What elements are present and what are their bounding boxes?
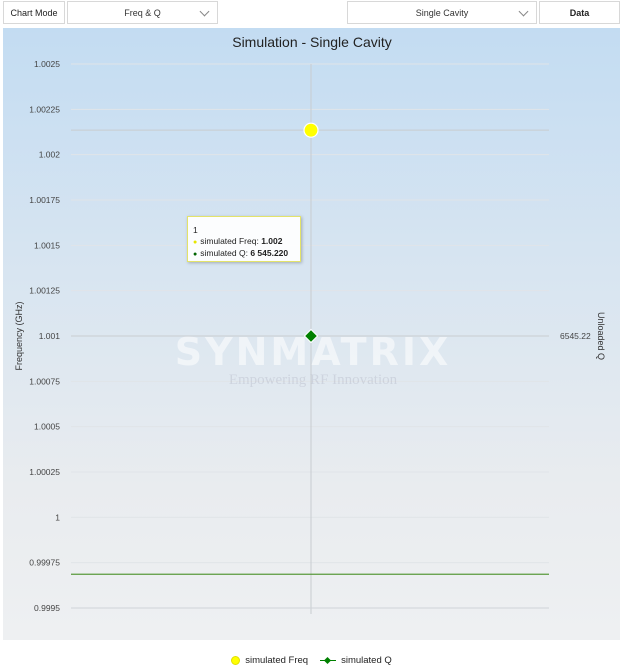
cavity-value: Single Cavity	[415, 7, 469, 18]
tooltip-q-row: ● simulated Q: 6 545.220	[193, 248, 300, 260]
chart-area: Simulation - Single Cavity 1.0025 1.00225…	[3, 28, 620, 666]
y-tick-label: 0.9995	[34, 603, 60, 613]
legend-item-q[interactable]: simulated Q	[320, 655, 392, 666]
y-tick-label: 0.99975	[29, 558, 60, 568]
y-tick-label: 1.00225	[29, 104, 60, 114]
y2-axis-label: Unloaded Q	[596, 312, 606, 360]
data-tooltip: 1 ● simulated Freq: 1.002 ● simulated Q: 6…	[187, 216, 301, 262]
chart-mode-select[interactable]: Freq & Q	[67, 1, 218, 24]
legend-q-label: simulated Q	[341, 654, 392, 666]
y-tick-label: 1.0005	[34, 422, 60, 432]
y-tick-label: 1.00175	[29, 195, 60, 205]
y-tick-label: 1.00025	[29, 467, 60, 477]
y-tick-label: 1.0015	[34, 240, 60, 250]
tooltip-header: 1	[193, 225, 198, 235]
legend-item-freq[interactable]: simulated Freq	[231, 655, 308, 666]
chart-toolbar: Chart Mode Freq & Q Single Cavity Data	[0, 0, 624, 27]
circle-marker-icon	[231, 655, 241, 665]
y2-tick-label: 6545.22	[560, 331, 591, 341]
y-tick-label: 1.002	[39, 150, 61, 160]
diamond-marker-icon	[320, 656, 337, 665]
freq-point	[303, 122, 319, 138]
y-axis-label: Frequency (GHz)	[14, 301, 24, 370]
tooltip-q-value: 6 545.220	[250, 248, 289, 258]
tooltip-freq-value: 1.002	[261, 236, 283, 246]
y-tick-label: 1	[55, 512, 60, 522]
y-tick-label: 1.0025	[34, 59, 60, 69]
y-tick-label: 1.00075	[29, 376, 60, 386]
y-tick-label: 1.001	[39, 331, 61, 341]
freq-dot-icon: ●	[193, 239, 198, 246]
legend-freq-label: simulated Freq	[245, 654, 309, 666]
chart-mode-value: Freq & Q	[124, 7, 161, 18]
tooltip-freq-row: ● simulated Freq: 1.002	[193, 236, 300, 248]
tooltip-q-label: simulated Q:	[200, 248, 251, 258]
chevron-down-icon	[518, 6, 529, 17]
y-tick-label: 1.00125	[29, 286, 60, 296]
chevron-down-icon	[199, 6, 210, 17]
cavity-select[interactable]: Single Cavity	[347, 1, 537, 24]
q-point	[303, 328, 319, 344]
chart-legend: simulated Freq simulated Q	[3, 652, 620, 668]
tooltip-freq-label: simulated Freq:	[200, 236, 262, 246]
data-button[interactable]: Data	[539, 1, 620, 24]
chart-mode-label: Chart Mode	[3, 1, 65, 24]
simulation-chart: Simulation - Single Cavity 1.0025 1.00225…	[14, 34, 606, 614]
chart-title: Simulation - Single Cavity	[232, 34, 392, 50]
q-dot-icon: ●	[193, 251, 198, 258]
